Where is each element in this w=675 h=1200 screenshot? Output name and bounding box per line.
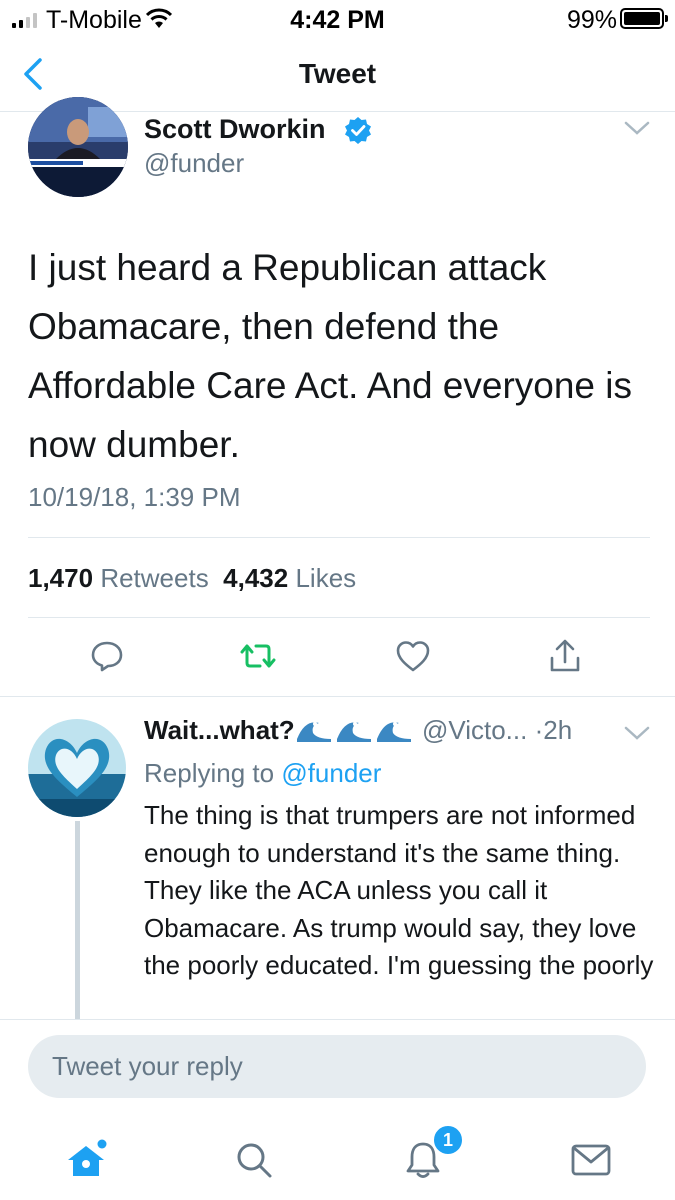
tab-messages[interactable] (567, 1136, 615, 1184)
retweets-stat[interactable]: 1,470 Retweets (28, 563, 209, 593)
reply-icon (91, 641, 123, 672)
like-icon (396, 641, 430, 672)
messages-icon (571, 1144, 611, 1176)
compose-area: Tweet your reply (0, 1019, 675, 1114)
replying-mention[interactable]: @funder (281, 758, 381, 788)
likes-stat[interactable]: 4,432 Likes (223, 563, 356, 593)
retweet-button[interactable] (238, 636, 278, 676)
separator-dot: · (534, 715, 544, 745)
tweet-text: I just heard a Republican attack Obamaca… (28, 247, 633, 465)
nav-bar: Tweet (0, 40, 675, 112)
author-avatar[interactable] (28, 97, 128, 197)
reply-input[interactable]: Tweet your reply (28, 1035, 646, 1098)
retweet-icon (240, 644, 276, 668)
avatar-image (28, 97, 128, 197)
battery-icon (620, 8, 668, 29)
wave-emoji-icons (296, 722, 411, 742)
reply-header: Wait...what? @Victo... ·2h (144, 715, 572, 746)
chevron-down-icon[interactable] (624, 725, 650, 741)
reply-text: The thing is that trumpers are not infor… (144, 800, 654, 980)
verified-icon (345, 117, 371, 144)
reply-button[interactable] (87, 636, 127, 676)
author-handle[interactable]: @funder (144, 148, 244, 179)
reply-author-handle[interactable]: @Victo... (422, 715, 527, 745)
retweet-count: 1,470 (28, 563, 94, 593)
tab-search[interactable] (230, 1136, 278, 1184)
like-label: Likes (295, 563, 357, 593)
divider (28, 617, 650, 618)
thread-line (75, 821, 80, 1019)
notification-badge: 1 (432, 1124, 464, 1156)
reply-author-name[interactable]: Wait...what? (144, 715, 295, 745)
avatar-image (28, 719, 126, 817)
tweet-timestamp: 10/19/18, 1:39 PM (28, 482, 241, 512)
main-tweet: Scott Dworkin @funder I just heard a Rep… (0, 97, 675, 697)
like-count: 4,432 (223, 563, 289, 593)
author-name[interactable]: Scott Dworkin (144, 114, 326, 145)
share-button[interactable] (545, 636, 585, 676)
replying-to: Replying to @funder (144, 758, 381, 789)
replying-prefix: Replying to (144, 758, 275, 788)
tab-home[interactable] (62, 1136, 110, 1184)
like-button[interactable] (393, 636, 433, 676)
page-title: Tweet (298, 58, 377, 89)
divider (28, 537, 650, 538)
reply-tweet[interactable]: Wait...what? @Victo... ·2h Replying to @… (0, 697, 675, 1019)
tweet-stats: 1,470 Retweets 4,432 Likes (28, 563, 356, 594)
battery-level (624, 12, 660, 25)
status-bar: T-Mobile 4:42 PM 99% (0, 0, 675, 40)
reply-time: 2h (543, 715, 573, 745)
share-icon (550, 639, 580, 672)
chevron-down-icon[interactable] (624, 120, 650, 136)
reply-avatar[interactable] (28, 719, 126, 817)
tab-bar: 1 (0, 1114, 675, 1200)
search-icon (237, 1143, 272, 1178)
home-icon (68, 1139, 107, 1176)
battery-percent: 99% (567, 6, 618, 34)
retweet-label: Retweets (100, 563, 209, 593)
